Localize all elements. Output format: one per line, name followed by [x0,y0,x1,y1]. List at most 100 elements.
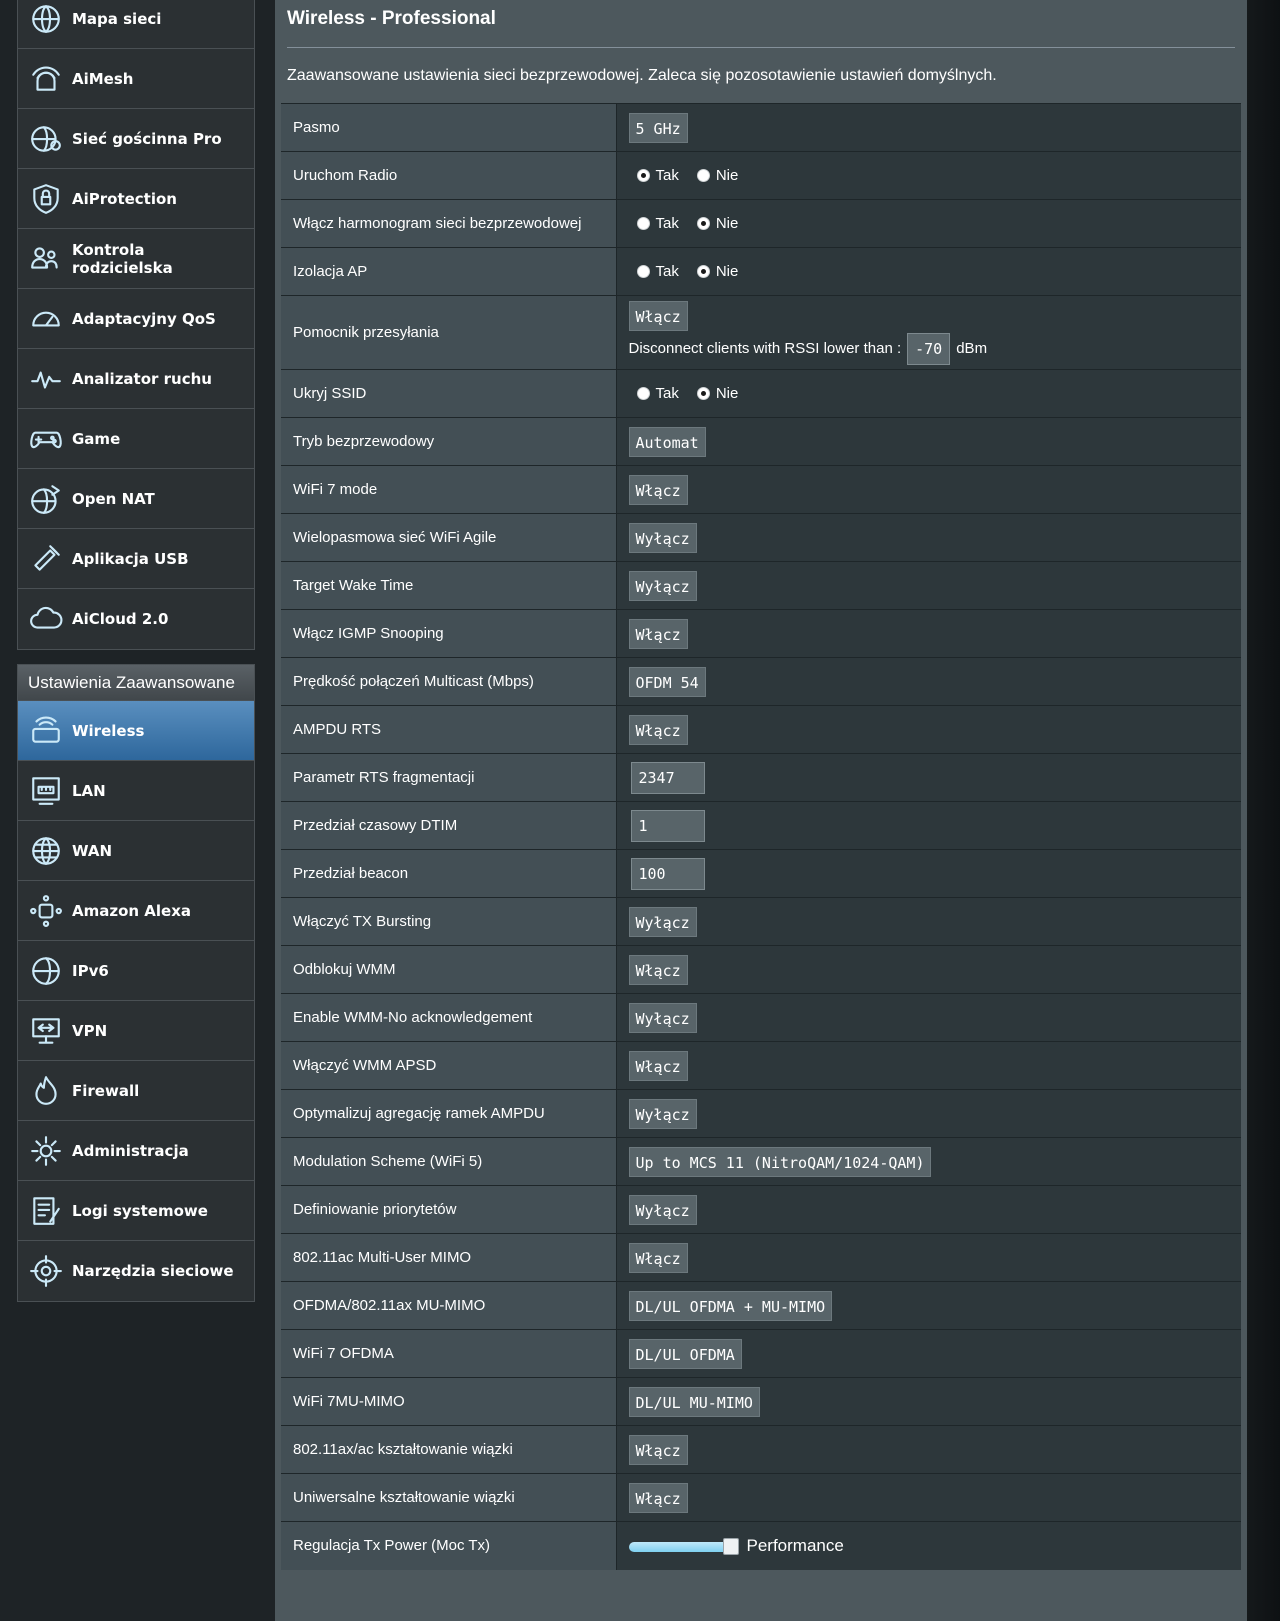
title-divider [287,47,1235,48]
ipv6-icon [26,951,66,991]
sidebar-item-narz-dzia-sieciowe[interactable]: Narzędzia sieciowe [18,1241,254,1301]
setting-select[interactable]: Włącz [628,954,688,985]
setting-select[interactable]: Wyłącz [628,522,697,553]
sidebar-item-vpn[interactable]: VPN [18,1001,254,1061]
radio-label: Tak [655,263,679,280]
sidebar-item-aicloud-2-0[interactable]: AiCloud 2.0 [18,589,254,649]
usb-app-icon [26,539,66,579]
sidebar-item-label: AiProtection [72,189,177,208]
setting-row: 802.11ac Multi-User MIMO Włącz [281,1233,1241,1282]
setting-label: Uniwersalne kształtowanie wiązki [281,1473,617,1522]
setting-select[interactable]: Włącz [628,300,688,331]
setting-input[interactable]: 2347 [630,761,705,794]
sidebar: Mapa sieci AiMesh Sieć gościnna Pro AiProte… [17,0,255,1302]
setting-select[interactable]: 5 GHz [628,112,688,143]
setting-row: Przedział beacon 100 [281,849,1241,898]
setting-input[interactable]: 1 [630,809,705,842]
setting-select[interactable]: Włącz [628,1242,688,1273]
setting-value: 5 GHz [616,103,1241,152]
setting-value: Włącz Disconnect clients with RSSI lower … [616,295,1241,370]
tx-power-slider[interactable] [628,1537,739,1555]
sidebar-item-aimesh[interactable]: AiMesh [18,49,254,109]
sidebar-item-analizator-ruchu[interactable]: Analizator ruchu [18,349,254,409]
setting-row: Włączyć TX Bursting Wyłącz [281,897,1241,946]
setting-select[interactable]: Włącz [628,1482,688,1513]
setting-label: 802.11ac Multi-User MIMO [281,1233,617,1282]
sidebar-item-kontrola-rodzicielska[interactable]: Kontrola rodzicielska [18,229,254,289]
sidebar-item-label: Administracja [72,1141,189,1160]
radio-no[interactable] [696,217,710,230]
setting-value: 2347 [616,753,1241,802]
setting-input[interactable]: 100 [630,857,705,890]
sidebar-item-lan[interactable]: LAN [18,761,254,821]
setting-select[interactable]: Wyłącz [628,1002,697,1033]
sidebar-item-label: Open NAT [72,489,155,508]
setting-select[interactable]: DL/UL OFDMA + MU-MIMO [628,1290,833,1321]
sidebar-item-adaptacyjny-qos[interactable]: Adaptacyjny QoS [18,289,254,349]
advanced-settings-title: Ustawienia Zaawansowane [17,664,255,700]
slider-handle[interactable] [722,1537,739,1555]
setting-label: Pomocnik przesyłania [281,295,617,370]
setting-value: Włącz [616,705,1241,754]
sidebar-item-sie-go-cinna-pro[interactable]: Sieć gościnna Pro [18,109,254,169]
setting-select[interactable]: Wyłącz [628,1098,697,1129]
rssi-input[interactable]: -70 [907,332,951,365]
radio-yes[interactable] [636,169,650,182]
setting-value: Włącz [616,945,1241,994]
setting-value: Tak Nie [616,369,1241,418]
sidebar-item-game[interactable]: Game [18,409,254,469]
sidebar-item-administracja[interactable]: Administracja [18,1121,254,1181]
radio-no[interactable] [696,169,710,182]
setting-label: Uruchom Radio [281,151,617,200]
setting-select[interactable]: Włącz [628,618,688,649]
setting-value: Performance [616,1521,1241,1570]
setting-select[interactable]: Wyłącz [628,906,697,937]
sidebar-item-label: Amazon Alexa [72,901,192,920]
radio-no[interactable] [696,265,710,278]
setting-select[interactable]: DL/UL OFDMA [628,1338,742,1369]
radio-no[interactable] [696,387,710,400]
sidebar-item-firewall[interactable]: Firewall [18,1061,254,1121]
setting-value: Automat [616,417,1241,466]
setting-label: Optymalizuj agregację ramek AMPDU [281,1089,617,1138]
sidebar-item-amazon-alexa[interactable]: Amazon Alexa [18,881,254,941]
setting-value: Włącz [616,1041,1241,1090]
setting-value: 100 [616,849,1241,898]
setting-row: Regulacja Tx Power (Moc Tx) Performance [281,1521,1241,1570]
sidebar-item-label: Firewall [72,1081,140,1100]
sidebar-item-ipv6[interactable]: IPv6 [18,941,254,1001]
radio-label: Nie [715,385,739,402]
setting-select[interactable]: Wyłącz [628,1194,697,1225]
setting-select[interactable]: Włącz [628,1050,688,1081]
page-description: Zaawansowane ustawienia sieci bezprzewod… [287,67,997,84]
sidebar-item-wan[interactable]: WAN [18,821,254,881]
setting-label: WiFi 7 mode [281,465,617,514]
setting-select[interactable]: Wyłącz [628,570,697,601]
sidebar-item-aplikacja-usb[interactable]: Aplikacja USB [18,529,254,589]
setting-label: Enable WMM-No acknowledgement [281,993,617,1042]
sidebar-item-wireless[interactable]: Wireless [18,701,254,761]
setting-label: Przedział czasowy DTIM [281,801,617,850]
setting-value: Wyłącz [616,513,1241,562]
sidebar-item-open-nat[interactable]: Open NAT [18,469,254,529]
radio-yes[interactable] [636,265,650,278]
setting-select[interactable]: Włącz [628,1434,688,1465]
setting-row: Włącz harmonogram sieci bezprzewodowej Ta… [281,199,1241,248]
sidebar-item-label: LAN [72,781,106,800]
setting-row: Odblokuj WMM Włącz [281,945,1241,994]
setting-select[interactable]: Up to MCS 11 (NitroQAM/1024-QAM) [628,1146,932,1177]
setting-label: Pasmo [281,103,617,152]
sidebar-item-aiprotection[interactable]: AiProtection [18,169,254,229]
radio-yes[interactable] [636,217,650,230]
sidebar-item-logi-systemowe[interactable]: Logi systemowe [18,1181,254,1241]
setting-select[interactable]: Włącz [628,714,688,745]
sidebar-item-mapa-sieci[interactable]: Mapa sieci [18,0,254,49]
setting-select[interactable]: Automat [628,426,706,457]
setting-row: WiFi 7 mode Włącz [281,465,1241,514]
vpn-icon [26,1011,66,1051]
radio-yes[interactable] [636,387,650,400]
setting-select[interactable]: Włącz [628,474,688,505]
setting-select[interactable]: DL/UL MU-MIMO [628,1386,760,1417]
sidebar-item-label: Game [72,429,121,448]
setting-select[interactable]: OFDM 54 [628,666,706,697]
